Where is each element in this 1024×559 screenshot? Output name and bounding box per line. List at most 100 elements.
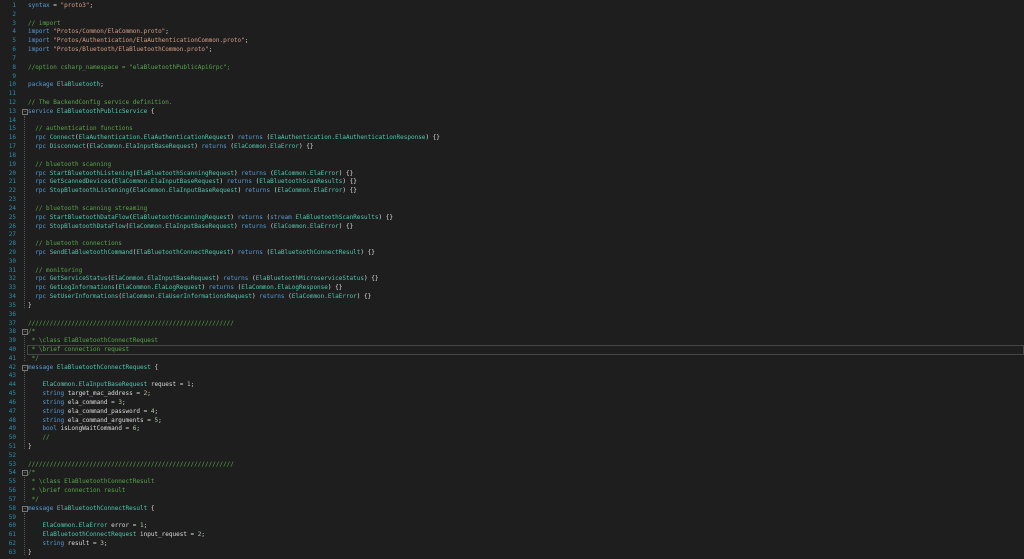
code-line[interactable]: 21 rpc GetScannedDevices(ElaCommon.ElaIn… (0, 177, 1024, 186)
code-text: //option csharp_namespace = "elaBluetoot… (28, 63, 230, 72)
code-line[interactable]: 10 package ElaBluetooth; (0, 80, 1024, 89)
code-text: */ (28, 495, 39, 504)
code-line[interactable]: 39 * \class ElaBluetoothConnectRequest (0, 336, 1024, 345)
code-line[interactable]: 14 (0, 116, 1024, 125)
code-line[interactable]: 7 (0, 54, 1024, 63)
code-line[interactable]: 27 (0, 230, 1024, 239)
code-line[interactable]: 20 rpc StartBluetoothListening (ElaBlueto… (0, 169, 1024, 178)
code-token: StopBluetoothListening (49, 187, 130, 195)
code-line[interactable]: 6 import "Protos/Bluetooth/ElaBluetoothCo… (0, 45, 1024, 54)
code-token: // bluetooth connections (28, 240, 122, 248)
code-line[interactable]: 5 import "Protos/Authentication/ElaAuthen… (0, 36, 1024, 45)
code-token: ( (266, 222, 274, 230)
code-line[interactable]: 58− message ElaBluetoothConnectResult { (0, 504, 1024, 513)
code-token: ; (154, 407, 159, 415)
code-line[interactable]: 4 import "Protos/Common/ElaCommon.proto"; (0, 27, 1024, 36)
code-line[interactable]: 13− service ElaBluetoothPublicService { (0, 107, 1024, 116)
code-line[interactable]: 54−/* (0, 468, 1024, 477)
code-line[interactable]: 44 ElaCommon.ElaInputBaseRequest request… (0, 380, 1024, 389)
code-line[interactable]: 25 rpc StartBluetoothDataFlow(ElaBluetoo… (0, 213, 1024, 222)
code-token: ) {} (425, 134, 440, 142)
code-line[interactable]: 51} (0, 442, 1024, 451)
code-line[interactable]: 37 //////////////////////////////////////… (0, 319, 1024, 328)
code-line[interactable]: 45 string target_mac_address = 2; (0, 389, 1024, 398)
code-line[interactable]: 47 string ela_command_password = 4; (0, 407, 1024, 416)
code-line[interactable]: 42− message ElaBluetoothConnectRequest { (0, 363, 1024, 372)
code-line[interactable]: 11 (0, 89, 1024, 98)
code-line[interactable]: 26 rpc StopBluetoothDataFlow(ElaCommon.E… (0, 222, 1024, 231)
code-line[interactable]: 63} (0, 548, 1024, 557)
code-token: ; (100, 81, 104, 89)
code-line[interactable]: 17 rpc Disconnect (ElaCommon.ElaInputBase… (0, 142, 1024, 151)
code-token: ElaCommon.ElaLogResponse (241, 284, 328, 292)
code-line[interactable]: 53 //////////////////////////////////////… (0, 460, 1024, 469)
code-line[interactable]: 9 (0, 72, 1024, 81)
code-line[interactable]: 31 // monitoring (0, 266, 1024, 275)
code-token: ElaBluetoothConnectRequest (28, 531, 137, 539)
code-line[interactable]: 62 string result = 3; (0, 539, 1024, 548)
code-line[interactable]: 61 ElaBluetoothConnectRequest input_requ… (0, 530, 1024, 539)
code-token: } (28, 443, 32, 450)
code-line[interactable]: 24 // bluetooth scanning streaming (0, 204, 1024, 213)
code-line[interactable]: 18 (0, 151, 1024, 160)
code-line[interactable]: 15 // authentication functions (0, 124, 1024, 133)
code-line[interactable]: 2 (0, 10, 1024, 19)
code-line[interactable]: 30 (0, 257, 1024, 266)
code-line[interactable]: 3 // import (0, 19, 1024, 28)
code-line[interactable]: 35} (0, 301, 1024, 310)
code-line[interactable]: 41 */ (0, 354, 1024, 363)
code-line[interactable]: 23 (0, 195, 1024, 204)
line-number: 55 (8, 478, 16, 486)
code-line[interactable]: 12 // The BackendConfig service definitio… (0, 98, 1024, 107)
code-line[interactable]: 56 * \brief connection result (0, 486, 1024, 495)
code-token: ElaCommon.ElaInputBaseRequest (129, 222, 234, 230)
code-text: * \brief connection result (28, 486, 126, 495)
code-line[interactable]: 43 (0, 371, 1024, 380)
line-number: 19 (8, 160, 16, 168)
code-token: rpc (28, 213, 50, 221)
code-line[interactable]: 32 rpc GetServiceStatus (ElaCommon.ElaInp… (0, 274, 1024, 283)
code-token: ) (219, 178, 227, 186)
line-number: 58 (8, 504, 16, 512)
code-line[interactable]: 40 * \brief connection request (0, 344, 1024, 355)
line-number: 7 (12, 54, 16, 62)
code-token: GetScannedDevices (49, 178, 112, 186)
line-number: 16 (8, 134, 16, 142)
code-token: ( (284, 293, 292, 301)
code-token: * \brief connection result (28, 487, 126, 495)
code-token: ela_command_password = (64, 407, 151, 415)
code-line[interactable]: 22 rpc StopBluetoothListening(ElaCommon.… (0, 186, 1024, 195)
code-token: request = (147, 381, 187, 389)
code-line[interactable]: 55 * \class ElaBluetoothConnectResult (0, 477, 1024, 486)
code-line[interactable]: 8 //option csharp_namespace = "elaBluetoo… (0, 63, 1024, 72)
code-line[interactable]: 59 (0, 513, 1024, 522)
code-token: ) {} (338, 222, 354, 230)
code-token: rpc (28, 222, 50, 230)
code-token: returns (208, 284, 234, 292)
code-line[interactable]: 52 (0, 451, 1024, 460)
code-line[interactable]: 38−/* (0, 327, 1024, 336)
code-line[interactable]: 1 syntax = "proto3"; (0, 1, 1024, 10)
code-line[interactable]: 19 // bluetooth scanning (0, 160, 1024, 169)
line-number: 38 (8, 328, 16, 336)
code-line[interactable]: 28 // bluetooth connections (0, 239, 1024, 248)
line-number: 47 (8, 407, 16, 415)
code-line[interactable]: 48 string ela_command_arguments = 5; (0, 416, 1024, 425)
code-text: /* (28, 327, 35, 336)
code-line[interactable]: 50 // (0, 433, 1024, 442)
code-line[interactable]: 16 rpc Connect(ElaAuthentication.ElaAuth… (0, 133, 1024, 142)
code-line[interactable]: 29 rpc SendElaBluetoothCommand(ElaBlueto… (0, 248, 1024, 257)
code-line[interactable]: 36 (0, 310, 1024, 319)
line-number: 41 (8, 354, 16, 362)
code-line[interactable]: 46 string ela_command = 3; (0, 398, 1024, 407)
code-token: ////////////////////////////////////////… (28, 460, 234, 468)
code-token: rpc (28, 187, 50, 195)
code-line[interactable]: 33 rpc GetLogInformations(ElaCommon.ElaL… (0, 283, 1024, 292)
code-editor[interactable]: 1 syntax = "proto3"; 2 3 // import 4 import "P… (0, 0, 1024, 559)
code-line[interactable]: 49 bool isLongWaitCommand = 6; (0, 424, 1024, 433)
outline-guide (24, 336, 25, 361)
code-line[interactable]: 60 ElaCommon.ElaError error = 1; (0, 521, 1024, 530)
code-text: rpc StartBluetoothDataFlow(ElaBluetoothS… (28, 213, 393, 222)
code-line[interactable]: 57 */ (0, 495, 1024, 504)
code-line[interactable]: 34 rpc SetUserInformations(ElaCommon.Ela… (0, 292, 1024, 301)
